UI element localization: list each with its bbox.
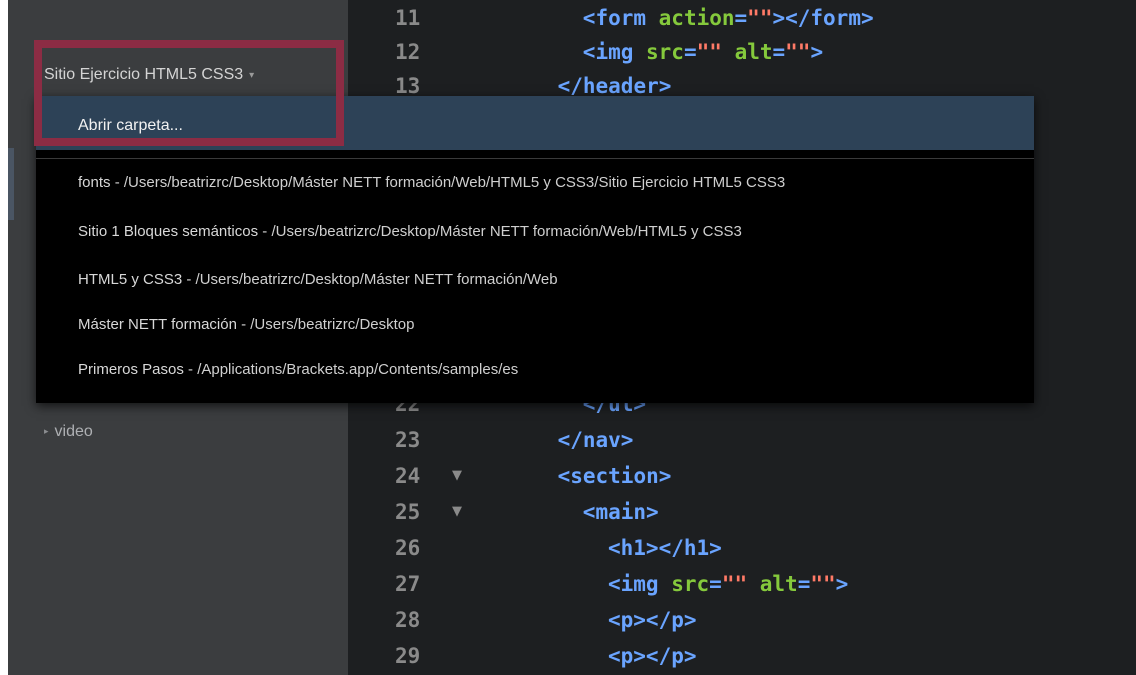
code-token: > <box>810 40 824 64</box>
code-token: <h1></h1> <box>608 536 722 560</box>
fold-arrow-icon[interactable]: ▼ <box>452 495 462 529</box>
recent-project-path: - /Users/beatrizrc/Desktop <box>236 316 415 333</box>
menu-divider <box>36 158 1034 159</box>
code-token: = <box>797 572 811 596</box>
line-number: 25 <box>395 500 421 524</box>
code-text: <img src="" alt=""> <box>583 35 823 69</box>
brackets-window: Sitio Ejercicio HTML5 CSS3 ▾ ▸ video 11 <fo… <box>8 0 1136 675</box>
line-number: 23 <box>395 428 421 452</box>
code-token: <p></p> <box>608 608 697 632</box>
annotation-highlight-box <box>34 40 344 146</box>
line-number: 29 <box>395 644 421 668</box>
line-number: 28 <box>395 608 421 632</box>
code-token: "" <box>696 40 722 64</box>
line-number: 24 <box>395 464 421 488</box>
recent-project-item[interactable]: Máster NETT formación - /Users/beatrizrc… <box>78 316 414 333</box>
code-text: </nav> <box>558 423 634 457</box>
code-token: alt <box>759 572 798 596</box>
code-token: <section> <box>557 464 672 488</box>
code-token: action <box>658 6 735 30</box>
code-token: = <box>709 572 722 596</box>
tree-item-label: video <box>54 423 93 440</box>
recent-project-path: - /Applications/Brackets.app/Contents/sa… <box>183 361 519 378</box>
code-token: </header> <box>557 74 672 98</box>
recent-project-name: Máster NETT formación <box>78 316 237 333</box>
code-text: <p></p> <box>608 603 697 637</box>
recent-project-name: fonts <box>78 174 111 191</box>
code-token: <img <box>608 572 672 596</box>
code-text: <main> <box>583 495 659 529</box>
recent-project-path: - /Users/beatrizrc/Desktop/Máster NETT f… <box>110 174 786 191</box>
code-token: <img <box>582 40 647 64</box>
code-token: <form <box>582 6 659 30</box>
recent-project-name: Primeros Pasos <box>78 361 184 378</box>
code-text: <section> <box>558 459 672 493</box>
line-number: 11 <box>395 6 421 30</box>
code-token: "" <box>785 40 811 64</box>
code-text: <p></p> <box>608 639 697 673</box>
line-number: 12 <box>395 40 421 64</box>
code-token: alt <box>734 40 773 64</box>
recent-project-item[interactable]: fonts - /Users/beatrizrc/Desktop/Máster … <box>78 174 785 191</box>
recent-project-name: HTML5 y CSS3 <box>78 271 183 288</box>
code-token: = <box>683 40 697 64</box>
code-token: "" <box>747 6 773 30</box>
code-text: <h1></h1> <box>608 531 722 565</box>
code-text: <form action=""></form> <box>583 1 874 35</box>
code-token: "" <box>810 572 836 596</box>
code-token: ></form> <box>772 6 874 30</box>
recent-project-item[interactable]: Primeros Pasos - /Applications/Brackets.… <box>78 361 518 378</box>
line-number: 26 <box>395 536 421 560</box>
code-token: = <box>734 6 748 30</box>
code-token: </nav> <box>557 428 634 452</box>
fold-arrow-icon[interactable]: ▼ <box>452 459 462 493</box>
recent-project-item[interactable]: HTML5 y CSS3 - /Users/beatrizrc/Desktop/… <box>78 271 558 288</box>
code-token: src <box>646 40 684 64</box>
code-token: "" <box>721 572 748 596</box>
tree-item-folder[interactable]: ▸ video <box>44 423 93 441</box>
recent-project-name: Sitio 1 Bloques semánticos <box>78 223 259 240</box>
code-token: <p></p> <box>608 644 697 668</box>
code-token: = <box>772 40 786 64</box>
code-token: > <box>835 572 849 596</box>
code-text: <img src="" alt=""> <box>608 567 848 601</box>
line-number: 27 <box>395 572 421 596</box>
code-token: src <box>671 572 710 596</box>
recent-project-path: - /Users/beatrizrc/Desktop/Máster NETT f… <box>182 271 558 288</box>
folder-collapsed-icon: ▸ <box>44 426 49 436</box>
sidebar-selection-strip <box>8 148 14 220</box>
recent-project-path: - /Users/beatrizrc/Desktop/Máster NETT f… <box>258 223 742 240</box>
code-token: <main> <box>582 500 659 524</box>
recent-project-item[interactable]: Sitio 1 Bloques semánticos - /Users/beat… <box>78 223 742 240</box>
